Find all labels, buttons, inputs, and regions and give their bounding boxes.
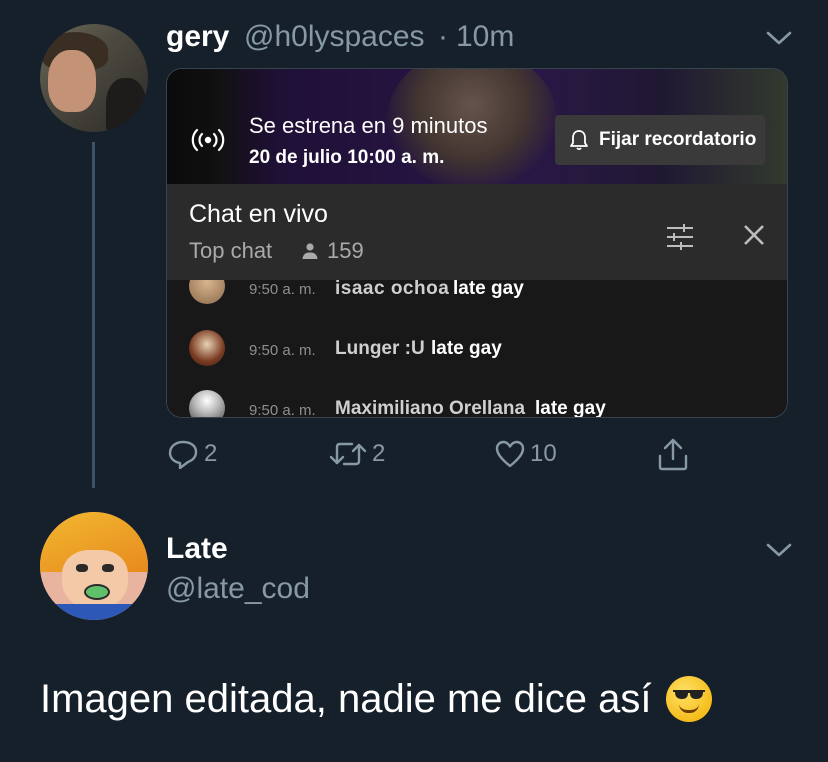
smiling-face-with-sunglasses-icon (665, 676, 712, 722)
live-chat-header: Chat en vivo Top chat 159 (167, 184, 787, 280)
retweet-count: 2 (372, 440, 386, 467)
live-chat-title: Chat en vivo (189, 200, 328, 228)
chat-time: 9:50 a. m. (249, 402, 316, 418)
share-button[interactable] (656, 434, 690, 474)
author-name[interactable]: Late (166, 532, 228, 566)
avatar-gery[interactable] (40, 24, 148, 132)
bell-icon (570, 130, 588, 151)
tweet-actions: 2 2 10 (166, 434, 726, 474)
chat-author: Lunger :U (335, 338, 425, 359)
retweet-button[interactable]: 2 (328, 434, 385, 474)
set-reminder-label: Fijar recordatorio (599, 129, 757, 150)
like-button[interactable]: 10 (494, 434, 557, 474)
share-icon (658, 438, 688, 471)
chat-mode-selector[interactable]: Top chat (189, 238, 272, 264)
premiere-countdown: Se estrena en 9 minutos (249, 113, 488, 138)
retweet-icon (329, 442, 367, 466)
chat-message: 9:50 a. m. Lunger :U late gay (167, 328, 787, 368)
chat-avatar (189, 390, 225, 417)
chat-time: 9:50 a. m. (249, 342, 316, 359)
set-reminder-button[interactable]: Fijar recordatorio (555, 115, 765, 165)
chevron-down-icon[interactable] (764, 28, 794, 48)
chat-text: late gay (453, 280, 524, 299)
like-count: 10 (530, 440, 557, 467)
viewer-count: 159 (327, 238, 364, 263)
chat-message: 9:50 a. m. isaac ochoa late gay (167, 280, 787, 308)
chat-text: late gay (535, 398, 606, 418)
reply-button[interactable]: 2 (166, 434, 217, 474)
chevron-down-icon[interactable] (764, 540, 794, 560)
reply-count: 2 (204, 440, 218, 467)
avatar-late[interactable] (40, 512, 148, 620)
tweet-time[interactable]: 10m (456, 20, 514, 54)
close-icon[interactable] (741, 222, 767, 248)
heart-icon (495, 440, 525, 468)
live-broadcast-icon (191, 128, 225, 152)
chat-message: 9:50 a. m. Maximiliano Orellana late gay (167, 388, 787, 418)
thread-connector (92, 142, 95, 488)
author-handle[interactable]: @late_cod (166, 572, 310, 606)
tweet-body: Imagen editada, nadie me dice así (40, 676, 712, 722)
reply-icon (168, 440, 198, 470)
youtube-premiere-card[interactable]: Se estrena en 9 minutos 20 de julio 10:0… (166, 68, 788, 418)
chat-author: isaac ochoa (335, 280, 450, 299)
filter-sliders-icon[interactable] (665, 222, 695, 252)
time-separator: · (438, 20, 448, 53)
author-handle[interactable]: @h0lyspaces (244, 20, 425, 54)
chat-time: 9:50 a. m. (249, 281, 316, 298)
chat-avatar (189, 330, 225, 366)
chat-messages[interactable]: 9:50 a. m. isaac ochoa late gay 9:50 a. … (167, 280, 787, 418)
premiere-date: 20 de julio 10:00 a. m. (249, 147, 445, 168)
person-icon (302, 243, 318, 259)
chat-avatar (189, 280, 225, 304)
chat-text: late gay (431, 338, 502, 359)
tweet-text: Imagen editada, nadie me dice así (40, 676, 652, 721)
chat-author: Maximiliano Orellana (335, 398, 526, 418)
author-name[interactable]: gery (166, 20, 229, 54)
